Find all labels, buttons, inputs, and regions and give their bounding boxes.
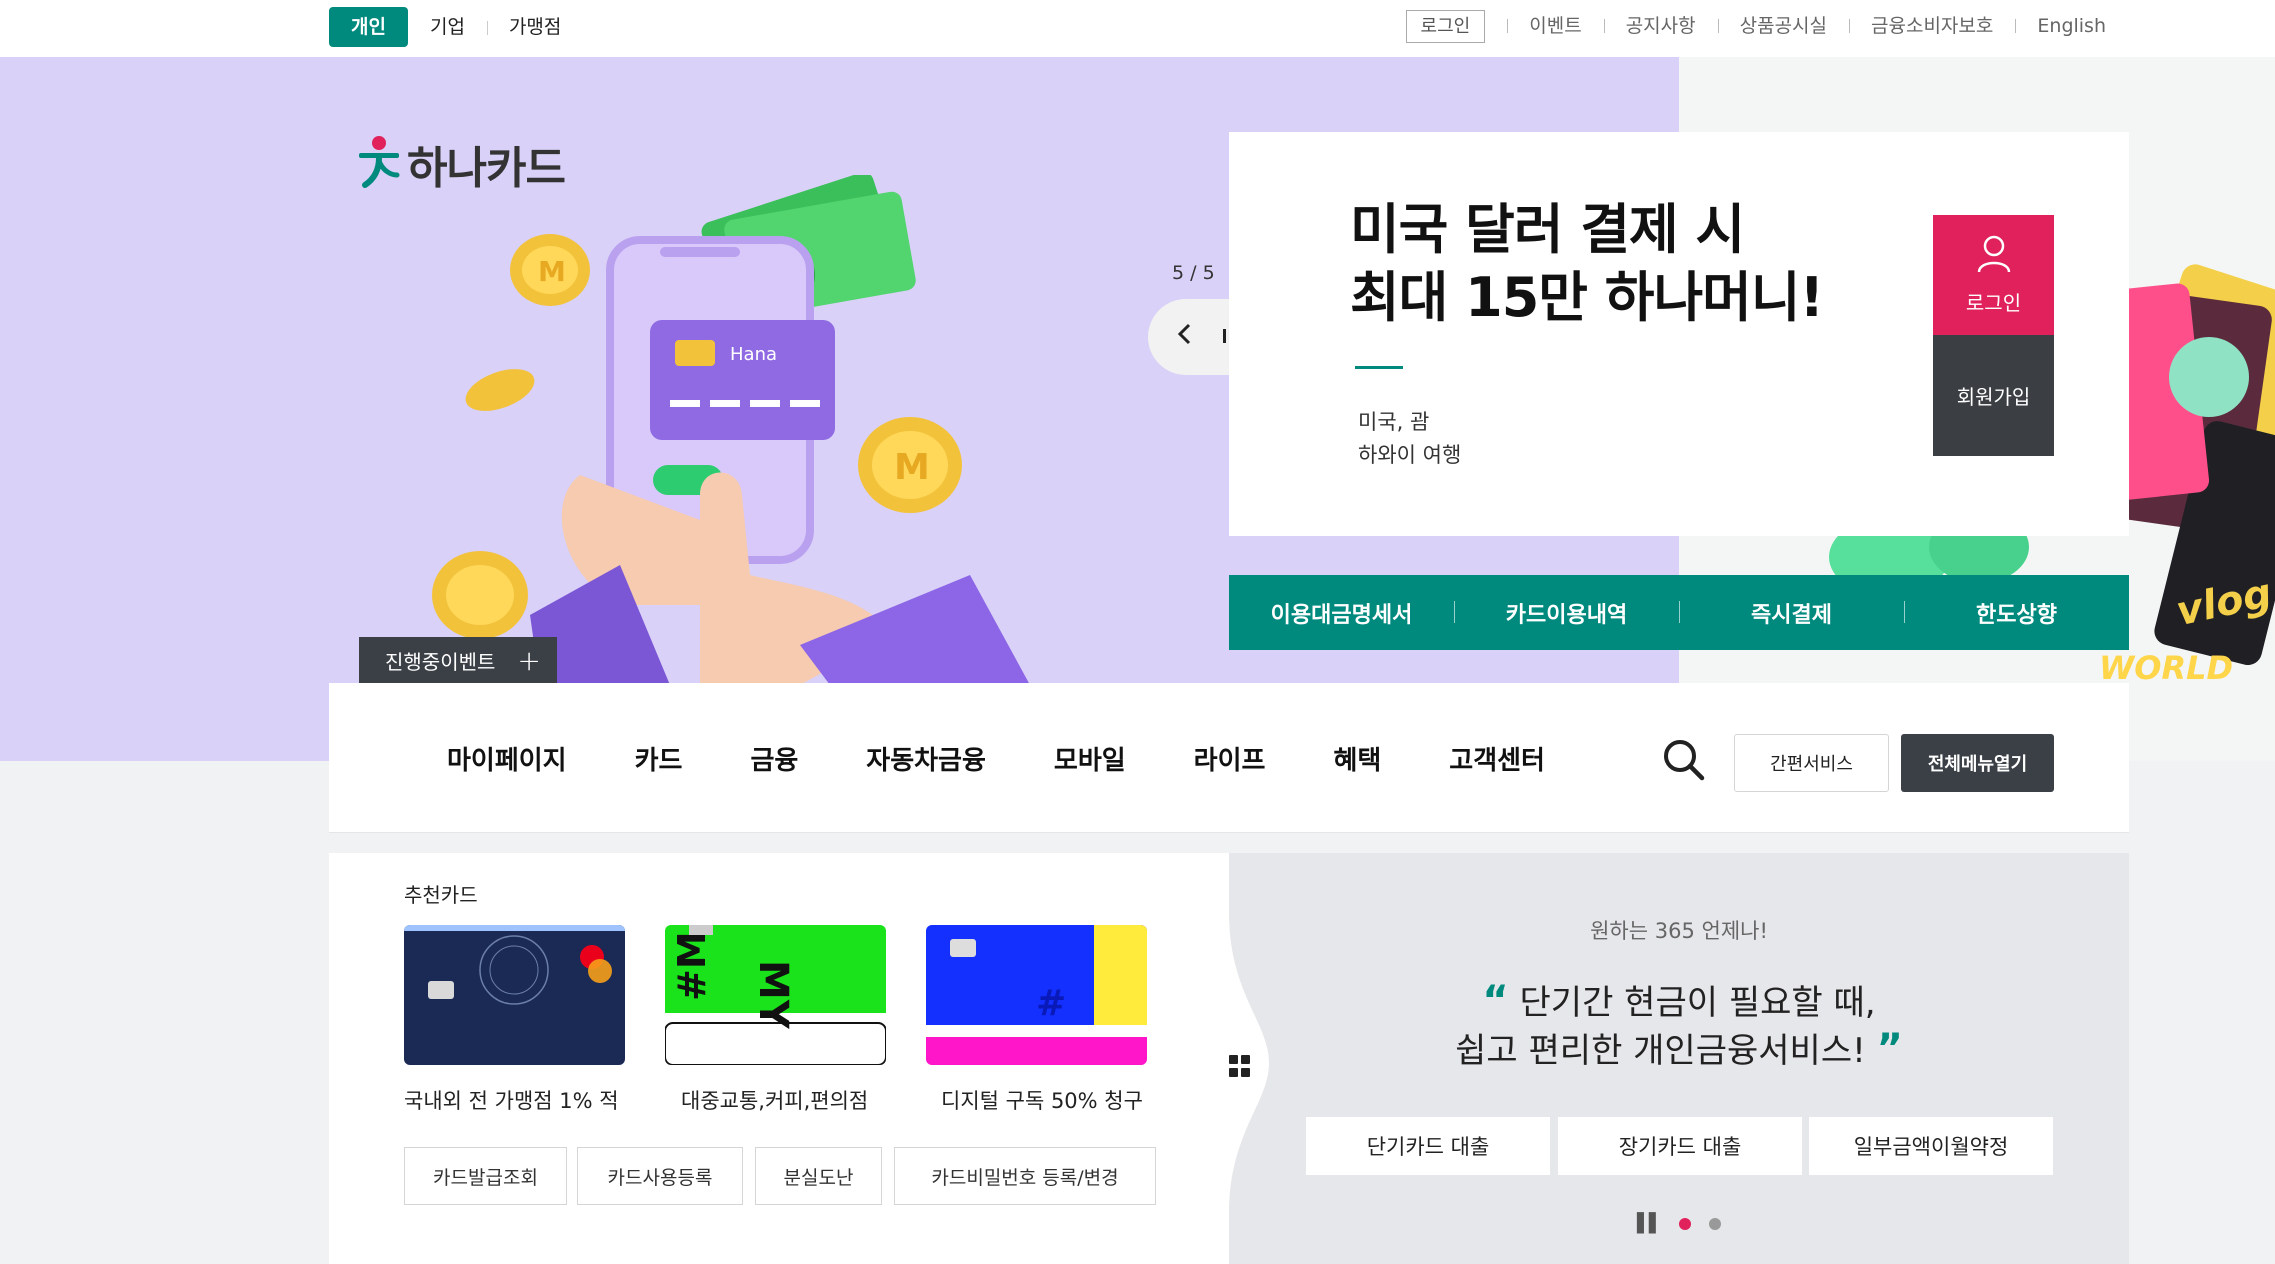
quote-line2: 쉽고 편리한 개인금융서비스! <box>1455 1031 1866 1071</box>
promo-divider <box>1355 366 1403 369</box>
ongoing-events-label: 진행중이벤트 <box>385 649 496 674</box>
hero-illustration: M M $ Hana <box>370 172 1070 685</box>
card-3-caption[interactable]: 디지털 구독 50% 청구 <box>941 1085 1143 1115</box>
recommended-cards-section: 추천카드 #M MY RUN # 국내외 전 가맹점 1% 적 대중교통,커피,… <box>329 853 1229 1264</box>
link-consumer-protection[interactable]: 금융소비자보호 <box>1849 9 2015 43</box>
login-button[interactable]: 로그인 <box>1933 215 2054 335</box>
gnb-menu: 마이페이지 카드 금융 자동차금융 모바일 라이프 혜택 고객센터 <box>447 683 1613 833</box>
join-button[interactable]: 회원가입 <box>1933 335 2054 456</box>
svg-text:MY: MY <box>750 960 796 1030</box>
nav-mypage[interactable]: 마이페이지 <box>447 740 567 777</box>
main-navigation: 마이페이지 카드 금융 자동차금융 모바일 라이프 혜택 고객센터 간편서비스 … <box>329 683 2129 833</box>
plus-icon: + <box>517 643 541 677</box>
card-1-caption[interactable]: 국내외 전 가맹점 1% 적 <box>404 1085 619 1115</box>
top-login-button[interactable]: 로그인 <box>1405 9 1486 43</box>
promo-sub-line1: 미국, 괌 <box>1358 410 1430 434</box>
quick-link-instant-payment[interactable]: 즉시결제 <box>1679 597 1904 629</box>
recommended-card-2[interactable]: #M MY <box>665 925 886 1065</box>
finance-lead-text: 원하는 365 언제나! <box>1590 919 1768 943</box>
svg-text:M: M <box>538 255 566 288</box>
nav-customer-center[interactable]: 고객센터 <box>1449 740 1545 777</box>
svg-text:#M: #M <box>670 931 714 1001</box>
card-issue-inquiry-button[interactable]: 카드발급조회 <box>404 1147 567 1205</box>
card-registration-button[interactable]: 카드사용등록 <box>577 1147 743 1205</box>
short-term-loan-button[interactable]: 단기카드 대출 <box>1306 1117 1550 1175</box>
join-label: 회원가입 <box>1956 385 2031 409</box>
illustration-card-brand: Hana <box>730 344 777 365</box>
login-label: 로그인 <box>1965 291 2022 315</box>
ongoing-events-button[interactable]: 진행중이벤트 + <box>359 637 557 683</box>
easy-service-button[interactable]: 간편서비스 <box>1734 734 1889 792</box>
pause-icon[interactable]: ▌▌ <box>1637 1213 1663 1234</box>
promo-title: 미국 달러 결제 시 최대 15만 하나머니! <box>1350 196 1824 332</box>
recommended-card-3[interactable]: RUN # <box>926 925 1147 1065</box>
all-menu-button[interactable]: 전체메뉴열기 <box>1901 734 2054 792</box>
promo-sub-line2: 하와이 여행 <box>1358 443 1462 467</box>
revolving-agreement-button[interactable]: 일부금액이월약정 <box>1809 1117 2053 1175</box>
user-icon <box>1976 234 2012 279</box>
tab-personal[interactable]: 개인 <box>329 7 408 47</box>
slide-counter: 5 / 5 <box>1172 262 1215 284</box>
nav-life[interactable]: 라이프 <box>1194 740 1266 777</box>
lost-stolen-button[interactable]: 분실도난 <box>755 1147 882 1205</box>
tab-business[interactable]: 기업 <box>408 7 487 47</box>
section-heading: 추천카드 <box>404 883 478 907</box>
promo-title-line1: 미국 달러 결제 시 <box>1350 198 1745 261</box>
card-pin-button[interactable]: 카드비밀번호 등록/변경 <box>894 1147 1156 1205</box>
promo-subtitle: 미국, 괌 하와이 여행 <box>1358 406 1461 472</box>
personal-finance-panel: 원하는 365 언제나! “ 단기간 현금이 필요할 때, 쉽고 편리한 개인금… <box>1169 853 2129 1264</box>
nav-finance[interactable]: 금융 <box>750 740 798 777</box>
hero-background-lower <box>0 683 329 761</box>
finance-quote: “ 단기간 현금이 필요할 때, 쉽고 편리한 개인금융서비스! ” <box>1229 978 2129 1074</box>
link-notices[interactable]: 공지사항 <box>1603 9 1718 43</box>
tab-merchant[interactable]: 가맹점 <box>486 7 583 47</box>
nav-benefits[interactable]: 혜택 <box>1333 740 1381 777</box>
slide-dot-1[interactable] <box>1678 1217 1691 1230</box>
recommended-card-1[interactable] <box>404 925 625 1065</box>
slide-dot-2[interactable] <box>1708 1217 1721 1230</box>
nav-mobile[interactable]: 모바일 <box>1054 740 1126 777</box>
chevron-left-icon[interactable] <box>1177 323 1193 351</box>
customer-type-tabs: 개인 기업 가맹점 <box>329 7 583 47</box>
nav-auto-finance[interactable]: 자동차금융 <box>866 740 986 777</box>
svg-text:M: M <box>894 447 930 488</box>
grid-menu-icon[interactable] <box>1229 1055 1251 1077</box>
quote-line1: 단기간 현금이 필요할 때, <box>1519 983 1876 1023</box>
utility-links: 로그인 이벤트 공지사항 상품공시실 금융소비자보호 English <box>1405 9 2128 43</box>
quick-link-limit-increase[interactable]: 한도상향 <box>1904 597 2129 629</box>
link-events[interactable]: 이벤트 <box>1507 9 1603 43</box>
top-utility-bar: 개인 기업 가맹점 로그인 이벤트 공지사항 상품공시실 금융소비자보호 Eng… <box>0 0 2275 57</box>
close-quote-icon: ” <box>1876 1026 1903 1072</box>
finance-slider-controls: ▌▌ <box>1637 1213 1721 1234</box>
promo-title-line2: 최대 15만 하나머니! <box>1350 266 1824 329</box>
svg-text:WORLD: WORLD <box>2099 649 2233 687</box>
search-icon[interactable] <box>1661 737 1707 783</box>
open-quote-icon: “ <box>1482 978 1509 1024</box>
long-term-loan-button[interactable]: 장기카드 대출 <box>1558 1117 1802 1175</box>
quick-link-statement[interactable]: 이용대금명세서 <box>1229 597 1454 629</box>
card-2-caption[interactable]: 대중교통,커피,편의점 <box>681 1085 868 1115</box>
link-product-disclosure[interactable]: 상품공시실 <box>1717 9 1849 43</box>
nav-card[interactable]: 카드 <box>635 740 683 777</box>
svg-text:#: # <box>1036 983 1066 1024</box>
quick-links-bar: 이용대금명세서 카드이용내역 즉시결제 한도상향 <box>1229 575 2129 650</box>
link-english[interactable]: English <box>2015 9 2128 43</box>
svg-text:RUN: RUN <box>1142 950 1147 1037</box>
quick-link-usage-history[interactable]: 카드이용내역 <box>1454 597 1679 629</box>
